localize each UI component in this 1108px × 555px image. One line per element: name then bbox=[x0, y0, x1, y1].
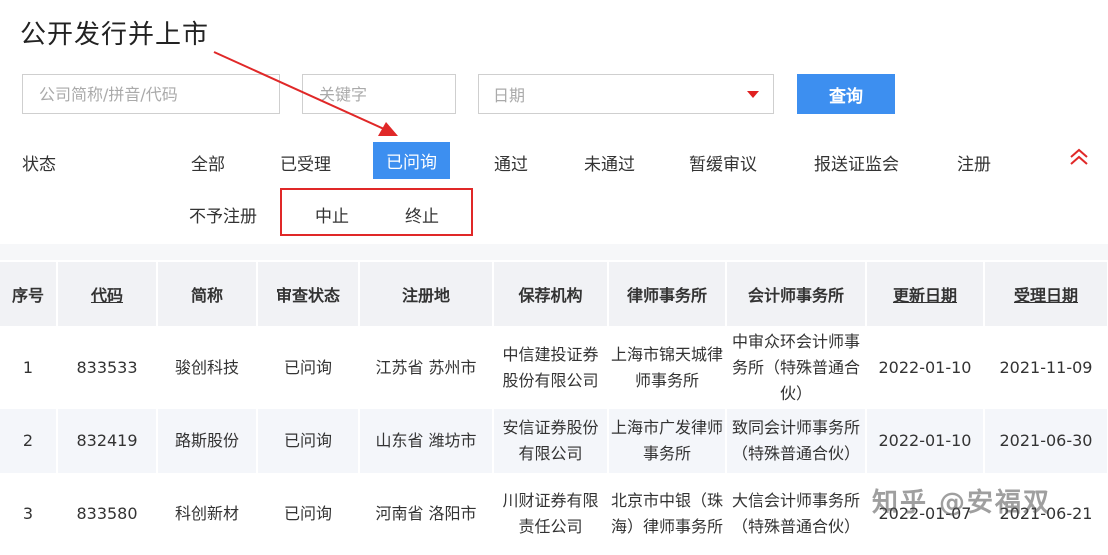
cell-name-link[interactable]: 骏创科技 bbox=[157, 326, 258, 409]
watermark: 知乎 @安福双 bbox=[872, 488, 1052, 518]
query-button[interactable]: 查询 bbox=[797, 74, 895, 114]
sponsor-text[interactable]: 川财证券有限责任公司 bbox=[503, 488, 599, 540]
cell-law-firm-link[interactable]: 上海市广发律师事务所 bbox=[608, 409, 727, 473]
table-header-row: 序号 代码 简称 审查状态 注册地 保荐机构 律师事务所 会计师事务所 更新日期… bbox=[0, 262, 1108, 326]
accounting-firm-text[interactable]: 大信会计师事务所（特殊普通合伙） bbox=[730, 488, 862, 540]
annotation-highlight-box bbox=[280, 188, 473, 236]
cell-sponsor-link[interactable]: 川财证券有限责任公司 bbox=[493, 473, 609, 555]
status-filter-submitted-csrc[interactable]: 报送证监会 bbox=[801, 146, 912, 179]
header-accepted-date[interactable]: 受理日期 bbox=[984, 262, 1108, 326]
cell-updated-date: 2022-01-10 bbox=[866, 326, 985, 409]
keyword-input[interactable] bbox=[317, 83, 455, 105]
sponsor-text[interactable]: 安信证券股份有限公司 bbox=[503, 415, 599, 467]
cell-updated-date: 2022-01-10 bbox=[866, 409, 985, 473]
cell-sponsor-link[interactable]: 中信建投证券股份有限公司 bbox=[493, 326, 609, 409]
status-filter-all[interactable]: 全部 bbox=[178, 146, 238, 179]
search-bar: 日期 查询 bbox=[0, 74, 1108, 116]
accounting-firm-text[interactable]: 致同会计师事务所（特殊普通合伙） bbox=[728, 415, 864, 467]
chevron-up-icon[interactable] bbox=[1068, 146, 1090, 168]
header-name: 简称 bbox=[157, 262, 258, 326]
law-firm-text[interactable]: 北京市中银（珠海）律师事务所 bbox=[611, 488, 723, 540]
cell-location: 山东省 潍坊市 bbox=[359, 409, 494, 473]
sponsor-text[interactable]: 中信建投证券股份有限公司 bbox=[503, 342, 599, 394]
law-firm-text[interactable]: 上海市锦天城律师事务所 bbox=[611, 342, 723, 394]
status-label: 状态 bbox=[22, 155, 56, 175]
status-filter-passed[interactable]: 通过 bbox=[481, 146, 541, 179]
cell-index: 2 bbox=[0, 409, 58, 473]
cell-index: 1 bbox=[0, 326, 58, 409]
cell-sponsor-link[interactable]: 安信证券股份有限公司 bbox=[493, 409, 609, 473]
status-filter-not-registered[interactable]: 不予注册 bbox=[176, 198, 270, 231]
header-code[interactable]: 代码 bbox=[57, 262, 158, 326]
cell-name-link[interactable]: 科创新材 bbox=[157, 473, 258, 555]
table-row: 1 833533 骏创科技 已问询 江苏省 苏州市 中信建投证券股份有限公司 上… bbox=[0, 326, 1108, 409]
law-firm-text[interactable]: 上海市广发律师事务所 bbox=[611, 415, 723, 467]
cell-accounting-firm-link[interactable]: 致同会计师事务所（特殊普通合伙） bbox=[726, 409, 867, 473]
date-select[interactable]: 日期 bbox=[478, 74, 774, 114]
cell-accepted-date: 2021-11-09 bbox=[984, 326, 1108, 409]
company-search-field[interactable] bbox=[22, 74, 280, 114]
company-search-input[interactable] bbox=[37, 83, 279, 105]
status-filter-not-passed[interactable]: 未通过 bbox=[571, 146, 648, 179]
cell-name-link[interactable]: 路斯股份 bbox=[157, 409, 258, 473]
accounting-firm-text[interactable]: 中审众环会计师事务所（特殊普通合伙） bbox=[730, 329, 862, 407]
cell-accounting-firm-link[interactable]: 大信会计师事务所（特殊普通合伙） bbox=[726, 473, 867, 555]
header-updated-date[interactable]: 更新日期 bbox=[866, 262, 985, 326]
cell-status: 已问询 bbox=[257, 409, 360, 473]
date-placeholder: 日期 bbox=[493, 86, 526, 105]
header-accounting-firm: 会计师事务所 bbox=[726, 262, 867, 326]
cell-index: 3 bbox=[0, 473, 58, 555]
table-row: 2 832419 路斯股份 已问询 山东省 潍坊市 安信证券股份有限公司 上海市… bbox=[0, 409, 1108, 473]
page-title: 公开发行并上市 bbox=[20, 20, 210, 50]
status-filter-inquired[interactable]: 已问询 bbox=[373, 142, 450, 179]
keyword-field[interactable] bbox=[302, 74, 456, 114]
header-status: 审查状态 bbox=[257, 262, 360, 326]
cell-law-firm-link[interactable]: 上海市锦天城律师事务所 bbox=[608, 326, 727, 409]
cell-location: 河南省 洛阳市 bbox=[359, 473, 494, 555]
cell-law-firm-link[interactable]: 北京市中银（珠海）律师事务所 bbox=[608, 473, 727, 555]
header-law-firm: 律师事务所 bbox=[608, 262, 727, 326]
header-index: 序号 bbox=[0, 262, 58, 326]
cell-status: 已问询 bbox=[257, 326, 360, 409]
cell-accepted-date: 2021-06-30 bbox=[984, 409, 1108, 473]
cell-location: 江苏省 苏州市 bbox=[359, 326, 494, 409]
cell-code-link[interactable]: 832419 bbox=[57, 409, 158, 473]
cell-code-link[interactable]: 833580 bbox=[57, 473, 158, 555]
status-filter-registered[interactable]: 注册 bbox=[944, 146, 1004, 179]
section-divider bbox=[0, 244, 1108, 260]
caret-down-icon[interactable] bbox=[747, 90, 759, 98]
status-filter-suspended-review[interactable]: 暂缓审议 bbox=[676, 146, 770, 179]
cell-status: 已问询 bbox=[257, 473, 360, 555]
header-sponsor: 保荐机构 bbox=[493, 262, 609, 326]
header-location: 注册地 bbox=[359, 262, 494, 326]
cell-accounting-firm-link[interactable]: 中审众环会计师事务所（特殊普通合伙） bbox=[726, 326, 867, 409]
status-filter-accepted[interactable]: 已受理 bbox=[267, 146, 344, 179]
cell-code-link[interactable]: 833533 bbox=[57, 326, 158, 409]
